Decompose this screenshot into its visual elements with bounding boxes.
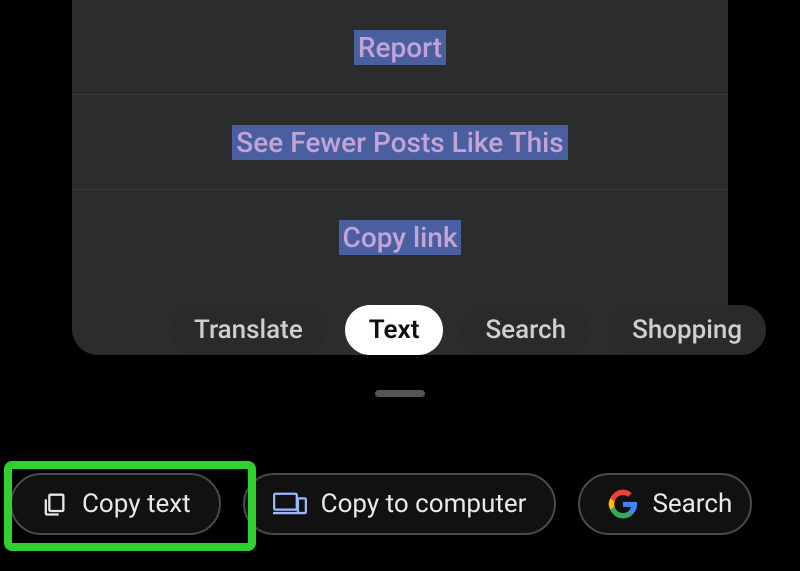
menu-item-label: See Fewer Posts Like This [232,125,567,160]
action-row: Copy text Copy to computer Search [10,473,800,535]
google-logo-icon [608,489,638,519]
google-search-button[interactable]: Search [578,473,752,535]
mode-label: Text [369,315,420,345]
mode-shopping[interactable]: Shopping [608,305,766,355]
copy-icon [40,490,68,518]
mode-label: Translate [194,315,303,345]
menu-item-label: Copy link [339,220,462,255]
lens-mode-row: Translate Text Search Shopping [72,305,752,355]
menu-item-report[interactable]: Report [72,0,728,95]
mode-text[interactable]: Text [345,305,444,355]
action-label: Copy to computer [321,489,527,519]
action-label: Search [652,489,732,519]
mode-label: Search [485,315,566,345]
copy-to-computer-button[interactable]: Copy to computer [243,473,557,535]
devices-icon [273,490,307,518]
menu-item-see-fewer[interactable]: See Fewer Posts Like This [72,95,728,190]
copy-text-button[interactable]: Copy text [10,473,221,535]
menu-item-label: Report [354,30,446,65]
menu-item-copy-link[interactable]: Copy link [72,190,728,285]
mode-label: Shopping [632,315,742,345]
mode-translate[interactable]: Translate [170,305,327,355]
mode-search[interactable]: Search [461,305,590,355]
action-label: Copy text [82,489,191,519]
drag-handle[interactable] [375,390,425,397]
underlying-menu-sheet: Report See Fewer Posts Like This Copy li… [72,0,728,355]
